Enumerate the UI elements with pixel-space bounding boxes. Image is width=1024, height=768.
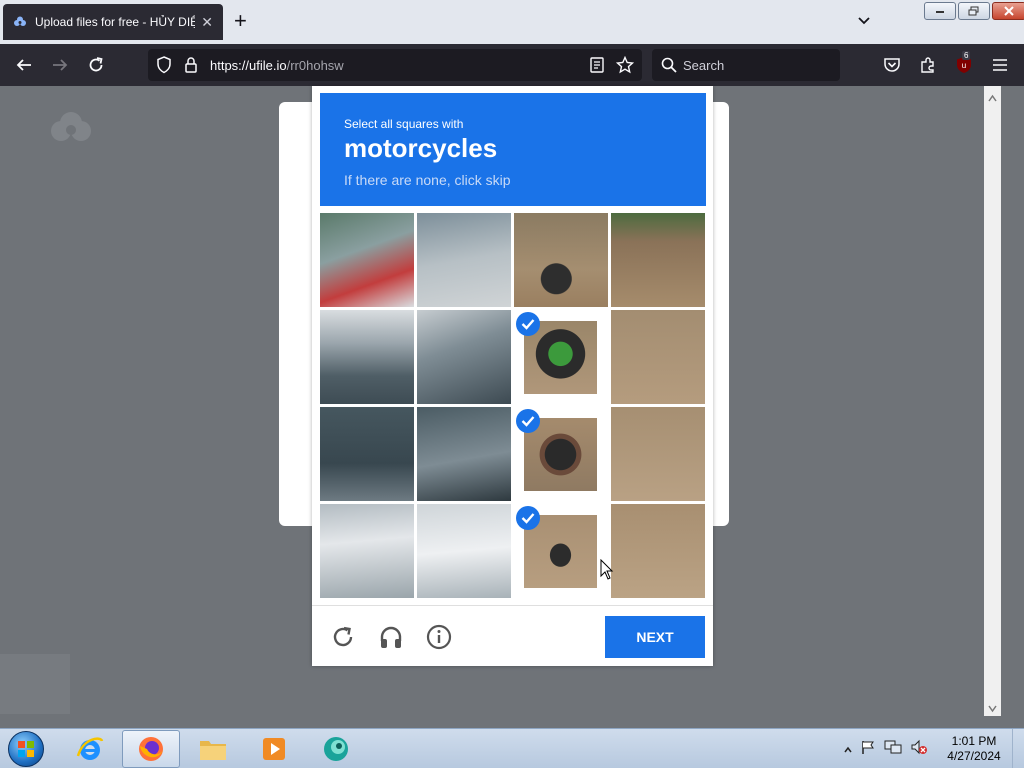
tab-title: Upload files for free - HỦY DIỆT [35, 15, 196, 29]
browser-tab[interactable]: Upload files for free - HỦY DIỆT ✕ [3, 4, 223, 40]
url-host: https://ufile.io [210, 58, 287, 73]
volume-muted-icon[interactable] [910, 739, 928, 760]
captcha-tile-image [514, 213, 608, 307]
captcha-tile-image [611, 310, 705, 404]
internet-explorer-icon[interactable] [61, 730, 119, 768]
captcha-tile-15[interactable] [514, 504, 608, 598]
tab-bar: Upload files for free - HỦY DIỆT ✕ + [0, 0, 1024, 44]
captcha-challenge: Select all squares with motorcycles If t… [312, 86, 713, 666]
mouse-cursor-icon [600, 558, 614, 586]
firefox-taskbar-icon[interactable] [122, 730, 180, 768]
reader-view-icon[interactable] [590, 57, 604, 78]
captcha-tile-13[interactable] [320, 504, 414, 598]
url-text: https://ufile.io/rr0hohsw [210, 58, 344, 73]
captcha-tile-image [611, 504, 705, 598]
minimize-button[interactable] [924, 2, 956, 20]
captcha-tile-image [320, 407, 414, 501]
system-tray [844, 739, 928, 760]
hamburger-menu-icon[interactable] [990, 55, 1010, 75]
search-icon [661, 57, 677, 78]
pocket-icon[interactable] [882, 55, 902, 75]
captcha-image-grid [320, 213, 706, 599]
app-taskbar-icon[interactable] [307, 730, 365, 768]
captcha-tile-6[interactable] [417, 310, 511, 404]
captcha-tile-image [417, 504, 511, 598]
windows-logo-icon [8, 731, 44, 767]
captcha-tile-3[interactable] [514, 213, 608, 307]
captcha-tile-image [417, 407, 511, 501]
clock-time: 1:01 PM [951, 734, 997, 748]
action-center-flag-icon[interactable] [860, 739, 876, 760]
captcha-tile-image [611, 407, 705, 501]
captcha-tile-4[interactable] [611, 213, 705, 307]
info-icon[interactable] [426, 624, 452, 650]
clock-date: 4/27/2024 [947, 749, 1001, 763]
svg-text:u: u [962, 61, 966, 70]
captcha-tile-11[interactable] [514, 407, 608, 501]
site-logo-icon [48, 110, 94, 149]
selected-checkmark-icon [516, 409, 540, 433]
list-all-tabs-icon[interactable] [856, 12, 872, 28]
clock[interactable]: 1:01 PM 4/27/2024 [944, 734, 1004, 764]
captcha-tile-9[interactable] [320, 407, 414, 501]
url-path: /rr0hohsw [286, 58, 344, 73]
reload-challenge-icon[interactable] [330, 624, 356, 650]
page-scrollbar[interactable] [984, 86, 1001, 716]
search-box[interactable]: Search [652, 49, 840, 81]
address-bar[interactable]: https://ufile.io/rr0hohsw [148, 49, 642, 81]
next-button[interactable]: NEXT [605, 616, 705, 658]
captcha-footer: NEXT [312, 605, 713, 666]
selected-checkmark-icon [516, 312, 540, 336]
reload-icon[interactable] [86, 55, 106, 75]
ufile-favicon-icon [13, 15, 27, 29]
captcha-tile-2[interactable] [417, 213, 511, 307]
captcha-tile-8[interactable] [611, 310, 705, 404]
file-explorer-icon[interactable] [184, 730, 242, 768]
captcha-instruction: Select all squares with [344, 117, 464, 131]
show-desktop-button[interactable] [1012, 729, 1024, 768]
captcha-tile-image [320, 213, 414, 307]
captcha-tile-12[interactable] [611, 407, 705, 501]
scroll-down-arrow-icon[interactable] [988, 700, 997, 713]
network-icon[interactable] [884, 739, 902, 760]
forward-arrow-icon[interactable] [50, 55, 70, 75]
selected-checkmark-icon [516, 506, 540, 530]
close-tab-icon[interactable]: ✕ [201, 14, 213, 31]
start-button[interactable] [4, 730, 48, 768]
windows-taskbar: 1:01 PM 4/27/2024 [0, 728, 1024, 768]
captcha-tile-image [320, 504, 414, 598]
captcha-tile-16[interactable] [611, 504, 705, 598]
captcha-tile-image [417, 310, 511, 404]
captcha-target-object: motorcycles [344, 133, 498, 163]
close-window-button[interactable] [992, 2, 1024, 20]
show-hidden-icons-icon[interactable] [844, 741, 852, 759]
page-edge [1001, 86, 1024, 728]
back-arrow-icon[interactable] [14, 55, 34, 75]
window-controls [924, 2, 1024, 20]
tracking-shield-icon[interactable] [156, 56, 172, 79]
media-player-icon[interactable] [245, 730, 303, 768]
new-tab-button[interactable]: + [234, 10, 247, 32]
restore-button[interactable] [958, 2, 990, 20]
captcha-tile-7[interactable] [514, 310, 608, 404]
captcha-tile-10[interactable] [417, 407, 511, 501]
lock-icon[interactable] [184, 56, 198, 79]
captcha-header: Select all squares with motorcycles If t… [320, 93, 706, 206]
audio-challenge-headphones-icon[interactable] [378, 624, 404, 650]
scroll-up-arrow-icon[interactable] [988, 90, 997, 102]
captcha-tile-image [611, 213, 705, 307]
extension-badge-count: 6 [962, 51, 971, 60]
recaptcha-badge [0, 654, 70, 714]
bookmark-star-icon[interactable] [615, 55, 635, 79]
captcha-tile-image [417, 213, 511, 307]
navigation-toolbar: https://ufile.io/rr0hohsw Search u 6 [0, 44, 1024, 86]
captcha-tile-5[interactable] [320, 310, 414, 404]
search-placeholder: Search [683, 58, 725, 73]
captcha-tile-image [320, 310, 414, 404]
extensions-puzzle-icon[interactable] [918, 55, 938, 75]
captcha-hint: If there are none, click skip [344, 172, 511, 188]
captcha-tile-1[interactable] [320, 213, 414, 307]
captcha-tile-14[interactable] [417, 504, 511, 598]
